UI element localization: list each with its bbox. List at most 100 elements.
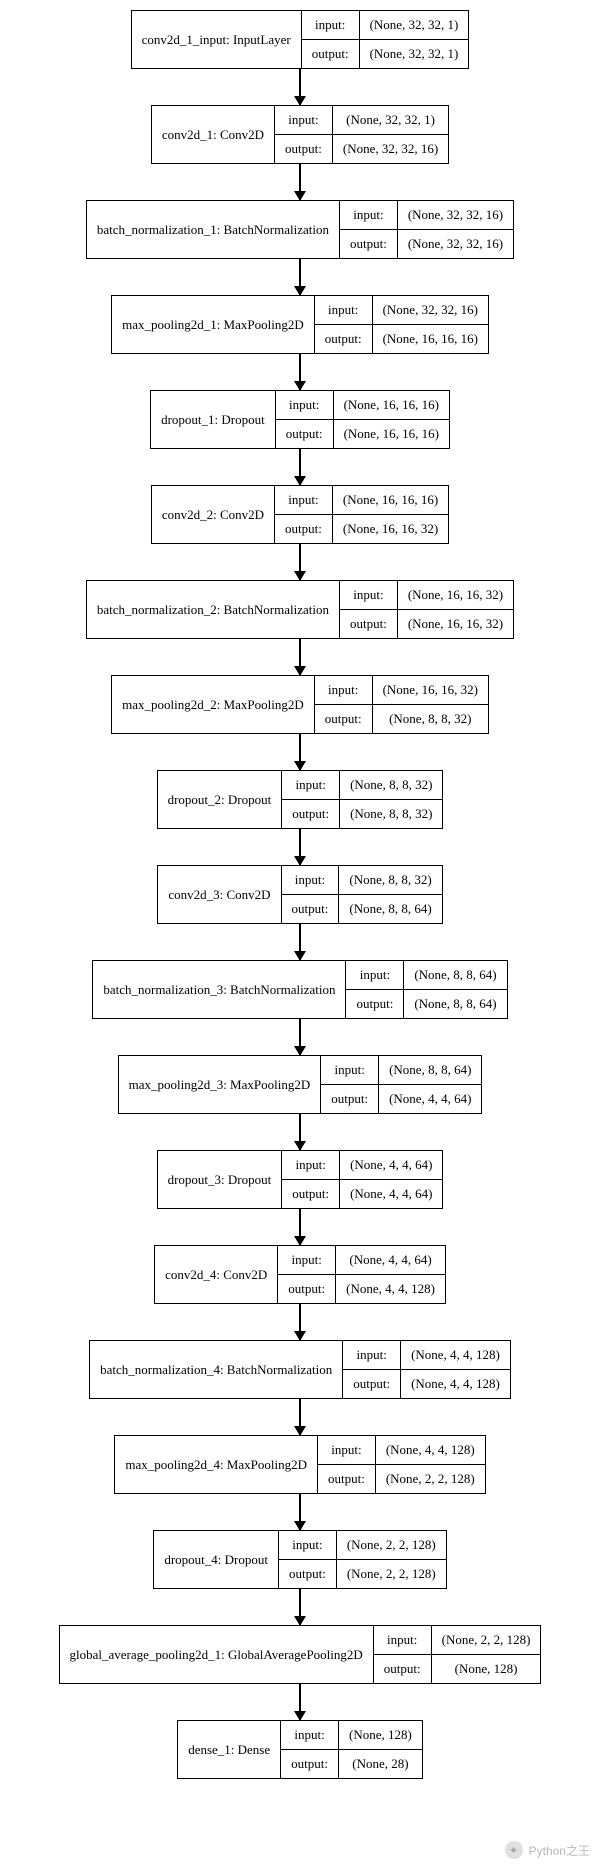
watermark: ✦ Python之王 (505, 1841, 590, 1859)
wechat-icon: ✦ (505, 1841, 523, 1859)
layer-name: batch_normalization_2: BatchNormalizatio… (87, 581, 340, 638)
io-shape-column: (None, 32, 32, 1)(None, 32, 32, 16) (333, 106, 448, 163)
io-shape-column: (None, 32, 32, 1)(None, 32, 32, 1) (360, 11, 469, 68)
input-label: input: (315, 676, 372, 704)
output-shape: (None, 8, 8, 32) (340, 799, 442, 828)
input-label: input: (275, 486, 332, 514)
input-label: input: (282, 771, 339, 799)
io-shape-column: (None, 8, 8, 64)(None, 8, 8, 64) (404, 961, 506, 1018)
output-label: output: (276, 419, 333, 448)
arrow-down-icon (299, 544, 301, 580)
layer-node: max_pooling2d_4: MaxPooling2Dinput:outpu… (114, 1435, 485, 1494)
layer-node: max_pooling2d_2: MaxPooling2Dinput:outpu… (111, 675, 489, 734)
arrow-down-icon (299, 69, 301, 105)
arrow-down-icon (299, 1304, 301, 1340)
input-shape: (None, 8, 8, 64) (404, 961, 506, 989)
layer-name: dropout_2: Dropout (158, 771, 283, 828)
io-label-column: input:output: (282, 1151, 340, 1208)
output-label: output: (340, 229, 397, 258)
io-label-column: input:output: (276, 391, 334, 448)
output-label: output: (346, 989, 403, 1018)
layer-name: conv2d_2: Conv2D (152, 486, 275, 543)
output-shape: (None, 8, 8, 64) (339, 894, 441, 923)
input-label: input: (374, 1626, 431, 1654)
output-label: output: (321, 1084, 378, 1113)
output-shape: (None, 32, 32, 1) (360, 39, 469, 68)
input-label: input: (340, 201, 397, 229)
input-shape: (None, 32, 32, 1) (360, 11, 469, 39)
io-label-column: input:output: (275, 106, 333, 163)
output-label: output: (315, 324, 372, 353)
output-label: output: (315, 704, 372, 733)
input-label: input: (282, 866, 339, 894)
io-label-column: input:output: (302, 11, 360, 68)
layer-node: conv2d_1: Conv2Dinput:output:(None, 32, … (151, 105, 449, 164)
io-shape-column: (None, 2, 2, 128)(None, 128) (432, 1626, 541, 1683)
output-label: output: (282, 1179, 339, 1208)
arrow-down-icon (299, 1019, 301, 1055)
input-shape: (None, 8, 8, 64) (379, 1056, 481, 1084)
layer-node: conv2d_2: Conv2Dinput:output:(None, 16, … (151, 485, 449, 544)
layer-name: batch_normalization_3: BatchNormalizatio… (93, 961, 346, 1018)
arrow-down-icon (299, 1684, 301, 1720)
arrow-down-icon (299, 449, 301, 485)
layer-node: dense_1: Denseinput:output:(None, 128)(N… (177, 1720, 423, 1779)
arrow-down-icon (299, 1399, 301, 1435)
output-label: output: (279, 1559, 336, 1588)
input-label: input: (282, 1151, 339, 1179)
layer-name: max_pooling2d_2: MaxPooling2D (112, 676, 315, 733)
layer-name: conv2d_1_input: InputLayer (132, 11, 302, 68)
input-shape: (None, 16, 16, 16) (334, 391, 449, 419)
layer-name: max_pooling2d_1: MaxPooling2D (112, 296, 315, 353)
output-shape: (None, 4, 4, 64) (340, 1179, 442, 1208)
output-label: output: (275, 134, 332, 163)
io-shape-column: (None, 4, 4, 128)(None, 4, 4, 128) (401, 1341, 510, 1398)
io-label-column: input:output: (374, 1626, 432, 1683)
layer-node: conv2d_1_input: InputLayerinput:output:(… (131, 10, 470, 69)
io-label-column: input:output: (279, 1531, 337, 1588)
output-label: output: (302, 39, 359, 68)
layer-node: max_pooling2d_3: MaxPooling2Dinput:outpu… (118, 1055, 483, 1114)
io-shape-column: (None, 16, 16, 16)(None, 16, 16, 16) (334, 391, 449, 448)
layer-node: max_pooling2d_1: MaxPooling2Dinput:outpu… (111, 295, 489, 354)
input-label: input: (281, 1721, 338, 1749)
layer-name: batch_normalization_4: BatchNormalizatio… (90, 1341, 343, 1398)
io-shape-column: (None, 128)(None, 28) (339, 1721, 422, 1778)
input-shape: (None, 32, 32, 16) (398, 201, 513, 229)
layer-name: dropout_1: Dropout (151, 391, 276, 448)
arrow-down-icon (299, 829, 301, 865)
arrow-down-icon (299, 1589, 301, 1625)
output-label: output: (374, 1654, 431, 1683)
layer-name: dense_1: Dense (178, 1721, 281, 1778)
input-label: input: (340, 581, 397, 609)
io-label-column: input:output: (315, 676, 373, 733)
output-shape: (None, 8, 8, 64) (404, 989, 506, 1018)
input-label: input: (321, 1056, 378, 1084)
input-label: input: (275, 106, 332, 134)
arrow-down-icon (299, 259, 301, 295)
io-shape-column: (None, 2, 2, 128)(None, 2, 2, 128) (337, 1531, 446, 1588)
input-shape: (None, 4, 4, 128) (376, 1436, 485, 1464)
io-label-column: input:output: (346, 961, 404, 1018)
output-shape: (None, 8, 8, 32) (373, 704, 488, 733)
layer-name: max_pooling2d_4: MaxPooling2D (115, 1436, 318, 1493)
io-shape-column: (None, 4, 4, 64)(None, 4, 4, 128) (336, 1246, 445, 1303)
io-label-column: input:output: (282, 771, 340, 828)
io-shape-column: (None, 8, 8, 64)(None, 4, 4, 64) (379, 1056, 481, 1113)
output-shape: (None, 2, 2, 128) (337, 1559, 446, 1588)
io-shape-column: (None, 32, 32, 16)(None, 32, 32, 16) (398, 201, 513, 258)
io-shape-column: (None, 32, 32, 16)(None, 16, 16, 16) (373, 296, 488, 353)
output-label: output: (281, 1749, 338, 1778)
output-shape: (None, 16, 16, 32) (333, 514, 448, 543)
layer-node: dropout_4: Dropoutinput:output:(None, 2,… (153, 1530, 446, 1589)
io-shape-column: (None, 16, 16, 32)(None, 8, 8, 32) (373, 676, 488, 733)
output-shape: (None, 32, 32, 16) (333, 134, 448, 163)
input-label: input: (302, 11, 359, 39)
layer-node: conv2d_4: Conv2Dinput:output:(None, 4, 4… (154, 1245, 446, 1304)
output-label: output: (340, 609, 397, 638)
layer-name: batch_normalization_1: BatchNormalizatio… (87, 201, 340, 258)
arrow-down-icon (299, 924, 301, 960)
layer-node: dropout_3: Dropoutinput:output:(None, 4,… (157, 1150, 444, 1209)
input-label: input: (318, 1436, 375, 1464)
layer-name: dropout_4: Dropout (154, 1531, 279, 1588)
